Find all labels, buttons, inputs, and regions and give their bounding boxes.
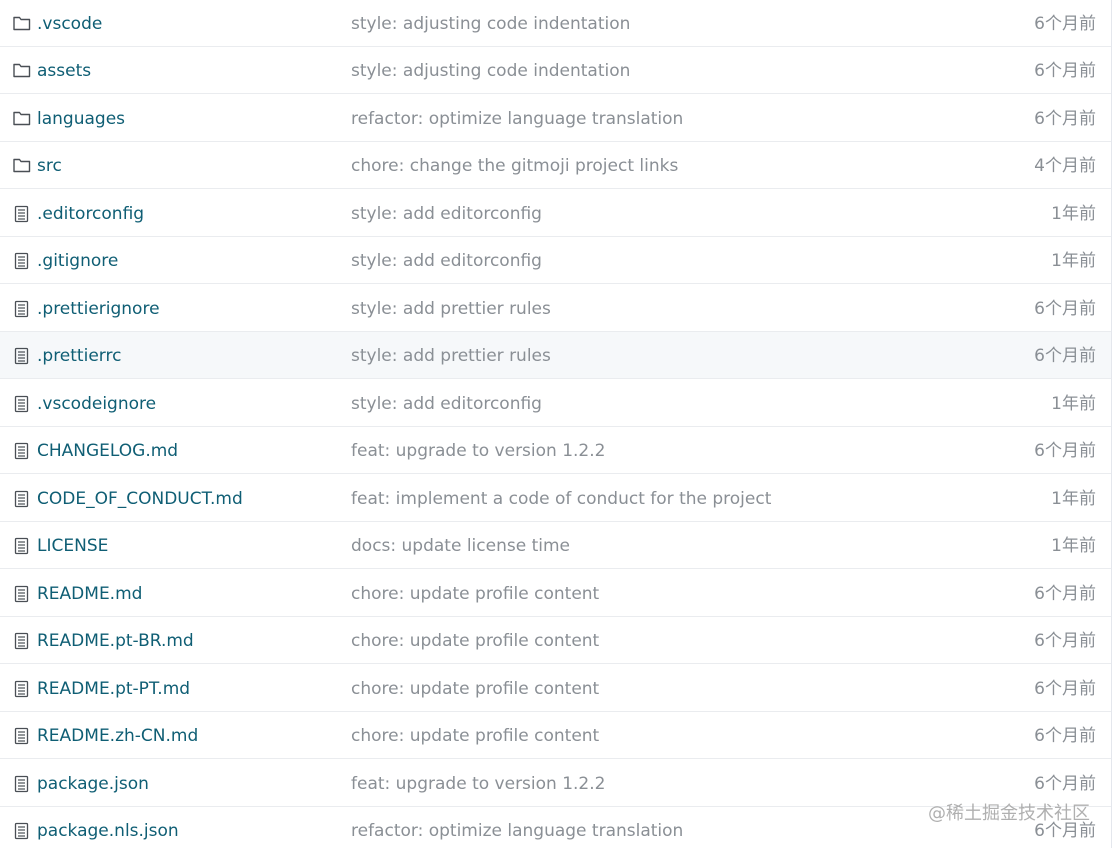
file-name-link[interactable]: src (37, 155, 62, 177)
commit-time: 6个月前 (1034, 584, 1096, 604)
commit-message-link[interactable]: feat: upgrade to version 1.2.2 (351, 440, 605, 462)
file-name-link[interactable]: package.nls.json (37, 820, 179, 842)
file-name-link[interactable]: LICENSE (37, 535, 108, 557)
commit-message-link[interactable]: style: add prettier rules (351, 345, 551, 367)
commit-time: 6个月前 (1034, 774, 1096, 794)
file-icon (12, 394, 32, 414)
file-name-link[interactable]: .vscode (37, 13, 102, 35)
commit-time: 6个月前 (1034, 346, 1096, 366)
commit-message-link[interactable]: refactor: optimize language translation (351, 820, 683, 842)
commit-time: 1年前 (1051, 251, 1096, 271)
commit-time: 6个月前 (1034, 631, 1096, 651)
file-row-readme-pt-br[interactable]: README.pt-BR.md chore: update profile co… (0, 617, 1111, 664)
file-row-license[interactable]: LICENSE docs: update license time 1年前 (0, 522, 1111, 569)
file-name-link[interactable]: CHANGELOG.md (37, 440, 178, 462)
folder-icon (12, 109, 32, 129)
file-row-prettierignore[interactable]: .prettierignore style: add prettier rule… (0, 285, 1111, 332)
commit-time: 1年前 (1051, 489, 1096, 509)
commit-time: 6个月前 (1034, 441, 1096, 461)
file-row-package-nls-json[interactable]: package.nls.json refactor: optimize lang… (0, 807, 1111, 848)
commit-message-link[interactable]: style: add prettier rules (351, 298, 551, 320)
folder-icon (12, 61, 32, 81)
file-name-link[interactable]: .prettierrc (37, 345, 121, 367)
file-row-code-of-conduct[interactable]: CODE_OF_CONDUCT.md feat: implement a cod… (0, 475, 1111, 522)
commit-time: 6个月前 (1034, 109, 1096, 129)
commit-time: 6个月前 (1034, 821, 1096, 841)
commit-message-link[interactable]: style: adjusting code indentation (351, 13, 630, 35)
file-icon (12, 821, 32, 841)
commit-message-link[interactable]: feat: implement a code of conduct for th… (351, 488, 771, 510)
file-row-readme-zh-cn[interactable]: README.zh-CN.md chore: update profile co… (0, 712, 1111, 759)
folder-icon (12, 156, 32, 176)
commit-time: 6个月前 (1034, 679, 1096, 699)
file-icon (12, 346, 32, 366)
file-icon (12, 489, 32, 509)
file-name-link[interactable]: .gitignore (37, 250, 118, 272)
commit-message-link[interactable]: refactor: optimize language translation (351, 108, 683, 130)
commit-message-link[interactable]: chore: update profile content (351, 678, 599, 700)
file-row-changelog[interactable]: CHANGELOG.md feat: upgrade to version 1.… (0, 427, 1111, 474)
file-name-link[interactable]: package.json (37, 773, 149, 795)
commit-time: 6个月前 (1034, 726, 1096, 746)
file-list: .vscode style: adjusting code indentatio… (0, 0, 1112, 848)
commit-time: 6个月前 (1034, 299, 1096, 319)
file-icon (12, 726, 32, 746)
file-icon (12, 679, 32, 699)
commit-message-link[interactable]: chore: update profile content (351, 725, 599, 747)
file-row-vscode[interactable]: .vscode style: adjusting code indentatio… (0, 0, 1111, 47)
file-icon (12, 536, 32, 556)
commit-time: 1年前 (1051, 394, 1096, 414)
file-name-link[interactable]: .vscodeignore (37, 393, 156, 415)
file-name-link[interactable]: README.md (37, 583, 142, 605)
commit-message-link[interactable]: chore: change the gitmoji project links (351, 155, 678, 177)
commit-message-link[interactable]: chore: update profile content (351, 630, 599, 652)
file-name-link[interactable]: README.zh-CN.md (37, 725, 198, 747)
file-icon (12, 441, 32, 461)
commit-time: 6个月前 (1034, 14, 1096, 34)
file-icon (12, 631, 32, 651)
file-row-readme-pt-pt[interactable]: README.pt-PT.md chore: update profile co… (0, 665, 1111, 712)
file-row-vscodeignore[interactable]: .vscodeignore style: add editorconfig 1年… (0, 380, 1111, 427)
commit-message-link[interactable]: style: adjusting code indentation (351, 60, 630, 82)
file-name-link[interactable]: README.pt-BR.md (37, 630, 194, 652)
file-name-link[interactable]: .editorconfig (37, 203, 144, 225)
file-row-editorconfig[interactable]: .editorconfig style: add editorconfig 1年… (0, 190, 1111, 237)
file-row-src[interactable]: src chore: change the gitmoji project li… (0, 142, 1111, 189)
commit-time: 4个月前 (1034, 156, 1096, 176)
file-name-link[interactable]: CODE_OF_CONDUCT.md (37, 488, 243, 510)
file-row-gitignore[interactable]: .gitignore style: add editorconfig 1年前 (0, 237, 1111, 284)
commit-time: 6个月前 (1034, 61, 1096, 81)
commit-time: 1年前 (1051, 204, 1096, 224)
commit-message-link[interactable]: style: add editorconfig (351, 393, 542, 415)
file-name-link[interactable]: README.pt-PT.md (37, 678, 190, 700)
commit-message-link[interactable]: chore: update profile content (351, 583, 599, 605)
file-row-package-json[interactable]: package.json feat: upgrade to version 1.… (0, 760, 1111, 807)
commit-message-link[interactable]: feat: upgrade to version 1.2.2 (351, 773, 605, 795)
file-icon (12, 204, 32, 224)
commit-message-link[interactable]: style: add editorconfig (351, 203, 542, 225)
commit-time: 1年前 (1051, 536, 1096, 556)
file-row-prettierrc[interactable]: .prettierrc style: add prettier rules 6个… (0, 332, 1111, 379)
folder-icon (12, 14, 32, 34)
commit-message-link[interactable]: docs: update license time (351, 535, 570, 557)
file-icon (12, 584, 32, 604)
file-name-link[interactable]: .prettierignore (37, 298, 160, 320)
file-name-link[interactable]: languages (37, 108, 125, 130)
file-icon (12, 774, 32, 794)
commit-message-link[interactable]: style: add editorconfig (351, 250, 542, 272)
file-icon (12, 299, 32, 319)
file-row-assets[interactable]: assets style: adjusting code indentation… (0, 47, 1111, 94)
file-name-link[interactable]: assets (37, 60, 91, 82)
file-icon (12, 251, 32, 271)
file-row-languages[interactable]: languages refactor: optimize language tr… (0, 95, 1111, 142)
file-row-readme[interactable]: README.md chore: update profile content … (0, 570, 1111, 617)
